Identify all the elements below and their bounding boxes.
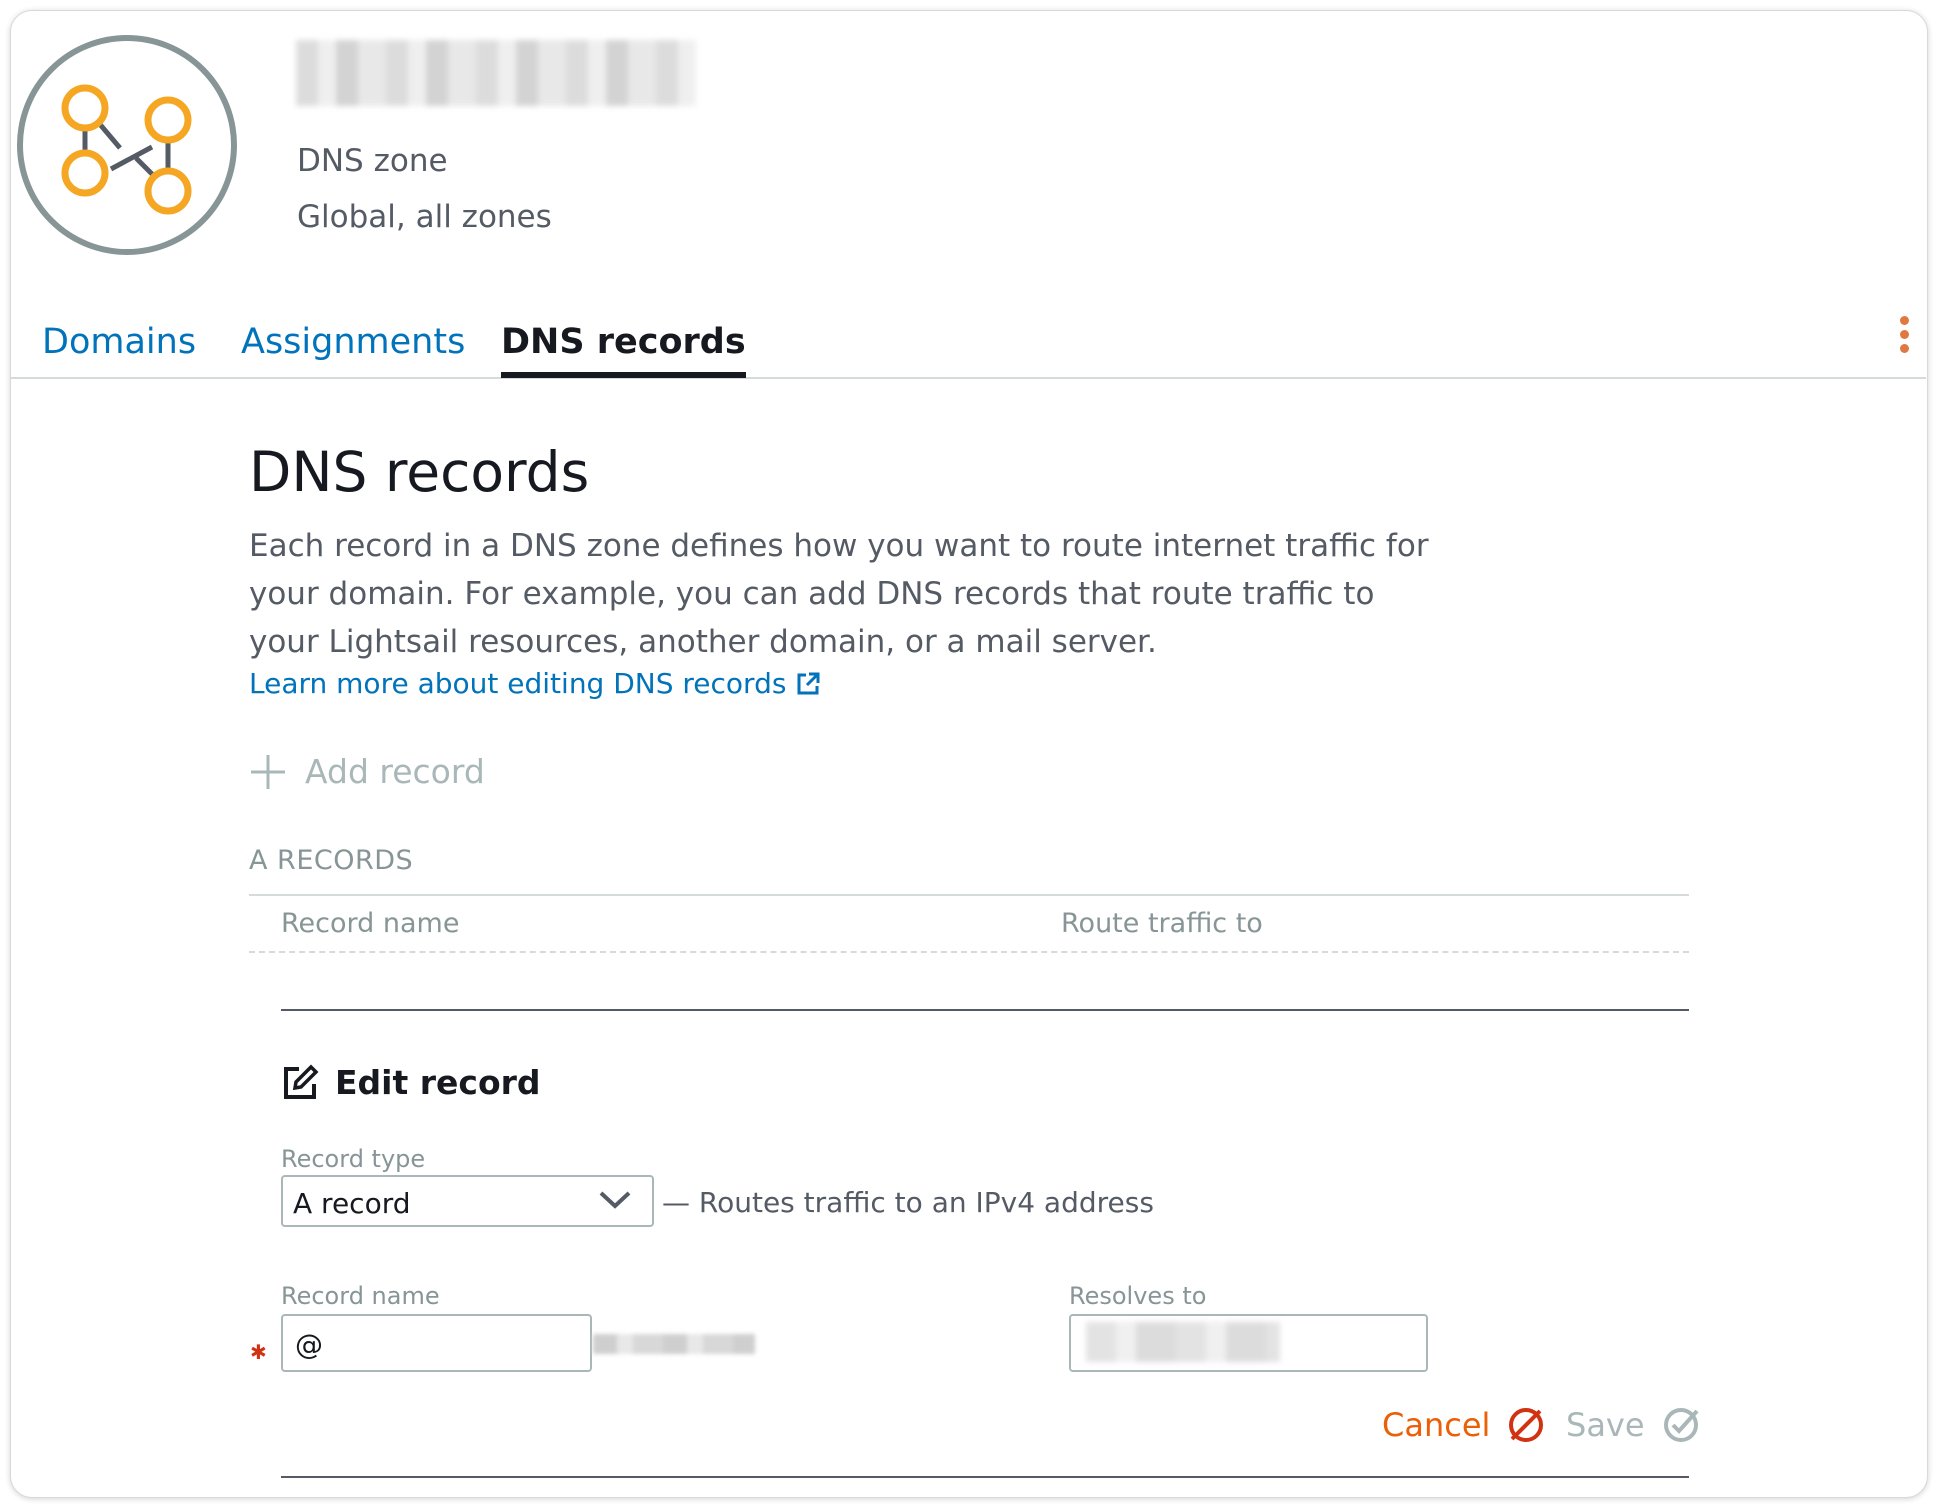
learn-more-label: Learn more about editing DNS records <box>249 667 787 700</box>
more-options-icon[interactable] <box>1896 316 1912 360</box>
divider <box>249 894 1689 896</box>
edit-panel-bottom-border <box>281 1476 1689 1478</box>
plus-icon <box>251 754 285 789</box>
required-icon: ✱ <box>250 1340 267 1364</box>
learn-more-link[interactable]: Learn more about editing DNS records <box>249 667 822 700</box>
section-title: A RECORDS <box>249 845 414 876</box>
add-record-label: Add record <box>305 752 485 791</box>
record-type-note: — Routes traffic to an IPv4 address <box>662 1186 1154 1219</box>
record-type-value: A record <box>293 1187 411 1220</box>
record-name-label: Record name <box>281 1282 440 1310</box>
check-circle-icon <box>1663 1408 1699 1442</box>
chevron-down-icon <box>599 1191 631 1209</box>
column-header-route-traffic: Route traffic to <box>1061 908 1263 939</box>
add-record-button[interactable]: Add record <box>249 752 485 791</box>
zone-region: Global, all zones <box>297 199 552 235</box>
dns-zone-icon <box>17 35 237 255</box>
edit-record-heading: Edit record <box>281 1063 541 1102</box>
cancel-icon <box>1509 1408 1544 1442</box>
edit-icon <box>284 1064 319 1099</box>
external-link-icon <box>797 672 820 694</box>
zone-type: DNS zone <box>297 143 448 179</box>
record-name-value: @ <box>295 1328 323 1361</box>
tab-dns-records[interactable]: DNS records <box>501 322 746 378</box>
save-button[interactable]: Save <box>1566 1405 1701 1445</box>
cancel-label: Cancel <box>1382 1406 1491 1444</box>
divider <box>249 951 1689 953</box>
edit-record-title: Edit record <box>335 1063 541 1102</box>
cancel-button[interactable]: Cancel <box>1382 1405 1546 1445</box>
zone-name-redacted <box>296 40 696 106</box>
domain-suffix-redacted <box>593 1334 755 1354</box>
record-type-select[interactable]: A record <box>281 1175 654 1227</box>
page-description: Each record in a DNS zone defines how yo… <box>249 528 1429 660</box>
column-header-record-name: Record name <box>281 908 460 939</box>
resolves-to-label: Resolves to <box>1069 1282 1207 1310</box>
save-label: Save <box>1566 1406 1645 1444</box>
tab-bar: Domains Assignments DNS records <box>10 300 1926 379</box>
record-type-label: Record type <box>281 1145 426 1173</box>
record-name-input[interactable]: @ <box>281 1314 592 1372</box>
tab-domains[interactable]: Domains <box>42 322 196 362</box>
edit-panel-top-border <box>281 1009 1689 1011</box>
tab-assignments[interactable]: Assignments <box>241 322 465 362</box>
page-title: DNS records <box>249 440 590 504</box>
resolves-to-value-redacted <box>1086 1322 1280 1362</box>
